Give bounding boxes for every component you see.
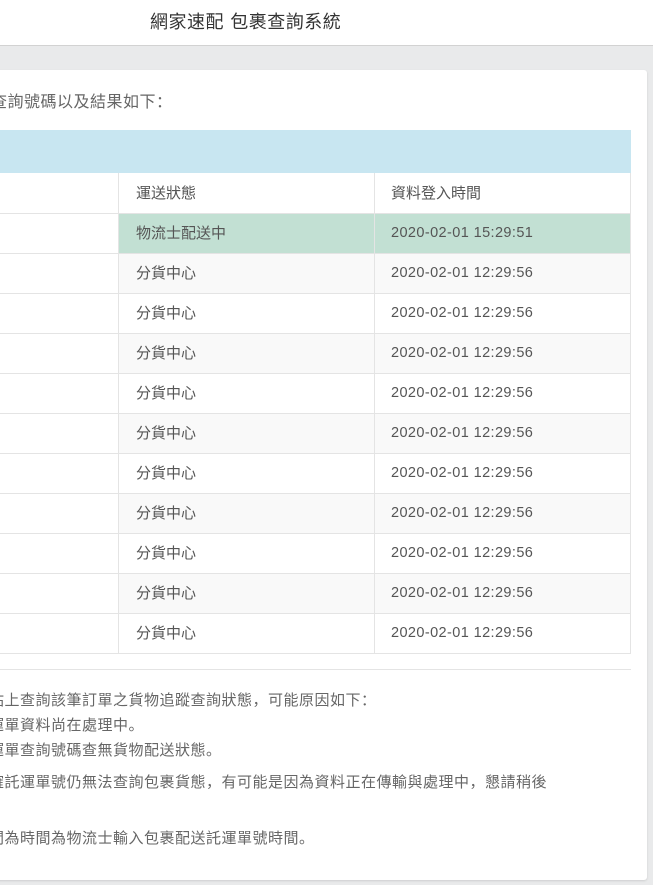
table-title-band xyxy=(0,130,631,173)
status-cell: 分貨中心 xyxy=(119,254,375,293)
table-row: 分貨中心 2020-02-01 12:29:56 xyxy=(0,454,631,494)
table-row: 分貨中心 2020-02-01 12:29:56 xyxy=(0,254,631,294)
table-row: 分貨中心 2020-02-01 12:29:56 xyxy=(0,294,631,334)
tracking-table: 運送狀態 資料登入時間 物流士配送中 2020-02-01 15:29:51 分貨中… xyxy=(0,130,631,654)
row-blank-cell xyxy=(0,494,119,533)
time-cell: 2020-02-01 12:29:56 xyxy=(375,574,631,613)
row-blank-cell xyxy=(0,254,119,293)
status-cell: 分貨中心 xyxy=(119,614,375,653)
time-cell: 2020-02-01 12:29:56 xyxy=(375,414,631,453)
note-line: 運單查詢號碼查無貨物配送狀態。 xyxy=(0,741,222,759)
table-row: 分貨中心 2020-02-01 12:29:56 xyxy=(0,534,631,574)
time-cell: 2020-02-01 12:29:56 xyxy=(375,334,631,373)
status-cell: 分貨中心 xyxy=(119,454,375,493)
top-bar: 網家速配 包裹查詢系統 xyxy=(0,0,653,46)
intro-text: 查詢號碼以及結果如下： xyxy=(0,92,173,111)
row-blank-cell xyxy=(0,374,119,413)
table-row: 分貨中心 2020-02-01 12:29:56 xyxy=(0,494,631,534)
row-blank-cell xyxy=(0,294,119,333)
row-blank-cell xyxy=(0,454,119,493)
row-blank-cell xyxy=(0,414,119,453)
time-cell: 2020-02-01 15:29:51 xyxy=(375,214,631,253)
time-cell: 2020-02-01 12:29:56 xyxy=(375,534,631,573)
time-cell: 2020-02-01 12:29:56 xyxy=(375,254,631,293)
table-row: 分貨中心 2020-02-01 12:29:56 xyxy=(0,414,631,454)
row-blank-cell xyxy=(0,574,119,613)
table-body: 物流士配送中 2020-02-01 15:29:51 分貨中心 2020-02-01 … xyxy=(0,214,631,654)
row-blank-cell xyxy=(0,614,119,653)
row-blank-cell xyxy=(0,334,119,373)
table-row: 物流士配送中 2020-02-01 15:29:51 xyxy=(0,214,631,254)
time-cell: 2020-02-01 12:29:56 xyxy=(375,374,631,413)
time-cell: 2020-02-01 12:29:56 xyxy=(375,294,631,333)
status-cell: 分貨中心 xyxy=(119,574,375,613)
header-time: 資料登入時間 xyxy=(375,173,631,213)
row-blank-cell xyxy=(0,534,119,573)
section-divider xyxy=(0,669,631,670)
status-cell: 分貨中心 xyxy=(119,374,375,413)
table-row: 分貨中心 2020-02-01 12:29:56 xyxy=(0,334,631,374)
time-cell: 2020-02-01 12:29:56 xyxy=(375,454,631,493)
status-cell: 分貨中心 xyxy=(119,414,375,453)
table-row: 分貨中心 2020-02-01 12:29:56 xyxy=(0,614,631,654)
note-line: 確託運單號仍無法查詢包裹貨態，有可能是因為資料正在傳輸與處理中，懇請稍後 xyxy=(0,773,548,791)
table-row: 分貨中心 2020-02-01 12:29:56 xyxy=(0,574,631,614)
table-row: 分貨中心 2020-02-01 12:29:56 xyxy=(0,374,631,414)
header-cell-blank xyxy=(0,173,119,213)
status-cell: 分貨中心 xyxy=(119,494,375,533)
note-line: 運單資料尚在處理中。 xyxy=(0,716,145,734)
status-cell: 分貨中心 xyxy=(119,534,375,573)
note-line: 站上查詢該筆訂單之貨物追蹤查詢狀態，可能原因如下： xyxy=(0,691,377,709)
page-title: 網家速配 包裹查詢系統 xyxy=(150,12,342,33)
note-line: 間為時間為物流士輸入包裹配送託運單號時間。 xyxy=(0,829,315,847)
status-cell: 物流士配送中 xyxy=(119,214,375,253)
table-header-row: 運送狀態 資料登入時間 xyxy=(0,173,631,214)
header-status: 運送狀態 xyxy=(119,173,375,213)
status-cell: 分貨中心 xyxy=(119,294,375,333)
time-cell: 2020-02-01 12:29:56 xyxy=(375,614,631,653)
time-cell: 2020-02-01 12:29:56 xyxy=(375,494,631,533)
row-blank-cell xyxy=(0,214,119,253)
status-cell: 分貨中心 xyxy=(119,334,375,373)
